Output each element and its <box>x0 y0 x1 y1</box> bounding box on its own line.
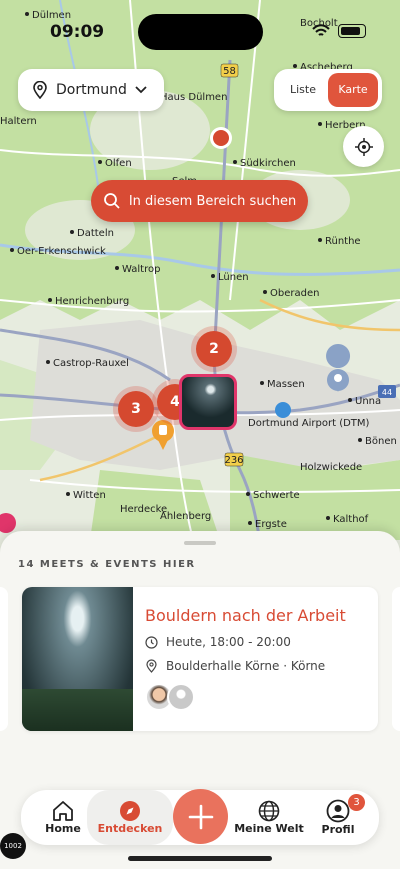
city-selector[interactable]: Dortmund <box>18 69 164 111</box>
search-this-area-label: In diesem Bereich suchen <box>128 193 297 209</box>
compass-icon <box>120 801 140 821</box>
nav-discover[interactable]: Entdecken <box>87 790 173 845</box>
profile-notification-badge: 3 <box>348 794 365 811</box>
avatar-placeholder-icon <box>167 683 195 711</box>
plus-icon <box>188 804 213 829</box>
svg-text:Rünthe: Rünthe <box>325 236 361 247</box>
wifi-icon <box>312 24 330 36</box>
home-icon <box>53 801 73 821</box>
svg-text:Schwerte: Schwerte <box>253 490 300 501</box>
nav-home-label: Home <box>45 822 81 835</box>
svg-text:Haus Dülmen: Haus Dülmen <box>160 92 227 103</box>
svg-text:Massen: Massen <box>267 379 305 390</box>
dynamic-island <box>138 14 263 50</box>
attendee-avatars <box>145 683 195 711</box>
svg-text:Dortmund Airport (DTM): Dortmund Airport (DTM) <box>248 418 370 429</box>
globe-icon <box>258 800 280 822</box>
svg-text:Unna: Unna <box>355 396 381 407</box>
city-selector-label: Dortmund <box>56 82 127 98</box>
svg-text:Lünen: Lünen <box>218 272 249 283</box>
nav-my-world-label: Meine Welt <box>234 822 304 835</box>
status-icons <box>312 24 366 38</box>
svg-text:Dülmen: Dülmen <box>32 10 71 21</box>
view-toggle: Liste Karte <box>274 69 382 111</box>
view-toggle-list[interactable]: Liste <box>278 73 328 107</box>
map-cluster-marker[interactable]: 2 <box>196 331 232 367</box>
nav-my-world[interactable]: Meine Welt <box>233 790 305 845</box>
clock-icon <box>145 635 158 649</box>
event-card-location-row: Boulderhalle Körne · Körne <box>145 659 325 673</box>
event-card[interactable]: Bouldern nach der Arbeit Heute, 18:00 - … <box>22 587 378 731</box>
search-icon <box>103 193 120 209</box>
status-time: 09:09 <box>50 22 105 42</box>
chevron-down-icon <box>135 86 147 94</box>
svg-text:Ergste: Ergste <box>255 519 287 530</box>
event-card-time-row: Heute, 18:00 - 20:00 <box>145 635 291 649</box>
svg-text:Olfen: Olfen <box>105 158 132 169</box>
battery-icon <box>338 24 366 38</box>
location-pin-icon <box>33 81 47 99</box>
svg-text:Bönen: Bönen <box>365 436 397 447</box>
svg-text:Haltern: Haltern <box>0 116 37 127</box>
svg-text:44: 44 <box>382 388 392 397</box>
svg-text:Holzwickede: Holzwickede <box>300 462 362 473</box>
map-event-thumbnail-marker[interactable] <box>179 374 237 430</box>
svg-text:Ahlenberg: Ahlenberg <box>160 511 211 522</box>
profile-icon <box>326 799 350 823</box>
view-toggle-map[interactable]: Karte <box>328 73 378 107</box>
event-card-location: Boulderhalle Körne · Körne <box>166 659 326 673</box>
crosshair-icon <box>354 137 373 156</box>
svg-text:58: 58 <box>223 66 236 77</box>
map-cluster-marker[interactable]: 3 <box>118 391 154 427</box>
svg-text:Datteln: Datteln <box>77 228 114 239</box>
svg-text:Castrop-Rauxel: Castrop-Rauxel <box>53 358 129 369</box>
event-card-time: Heute, 18:00 - 20:00 <box>166 635 291 649</box>
airport-icon <box>275 402 291 418</box>
svg-text:Witten: Witten <box>73 490 106 501</box>
sheet-title: 14 MEETS & EVENTS HIER <box>18 559 196 570</box>
nav-home[interactable]: Home <box>35 790 91 845</box>
svg-text:Oberaden: Oberaden <box>270 288 319 299</box>
event-card-title: Bouldern nach der Arbeit <box>145 606 346 625</box>
location-pin-icon <box>146 659 157 673</box>
svg-text:Kalthof: Kalthof <box>333 514 369 525</box>
debug-badge: 1002 <box>0 833 26 859</box>
svg-text:236: 236 <box>224 455 243 466</box>
svg-text:Waltrop: Waltrop <box>122 264 160 275</box>
sheet-grabber[interactable] <box>184 541 216 545</box>
svg-text:Oer-Erkenschwick: Oer-Erkenschwick <box>17 246 106 257</box>
nav-discover-label: Entdecken <box>97 822 163 835</box>
home-indicator[interactable] <box>128 856 272 861</box>
locate-me-button[interactable] <box>343 126 384 167</box>
next-card-edge[interactable] <box>392 587 400 731</box>
event-card-image <box>22 587 133 731</box>
nav-profile-label: Profil <box>321 823 355 836</box>
search-this-area-button[interactable]: In diesem Bereich suchen <box>91 180 308 222</box>
create-button[interactable] <box>173 789 228 844</box>
previous-card-edge[interactable] <box>0 587 8 731</box>
svg-text:Südkirchen: Südkirchen <box>240 158 296 169</box>
svg-text:Henrichenburg: Henrichenburg <box>55 296 129 307</box>
